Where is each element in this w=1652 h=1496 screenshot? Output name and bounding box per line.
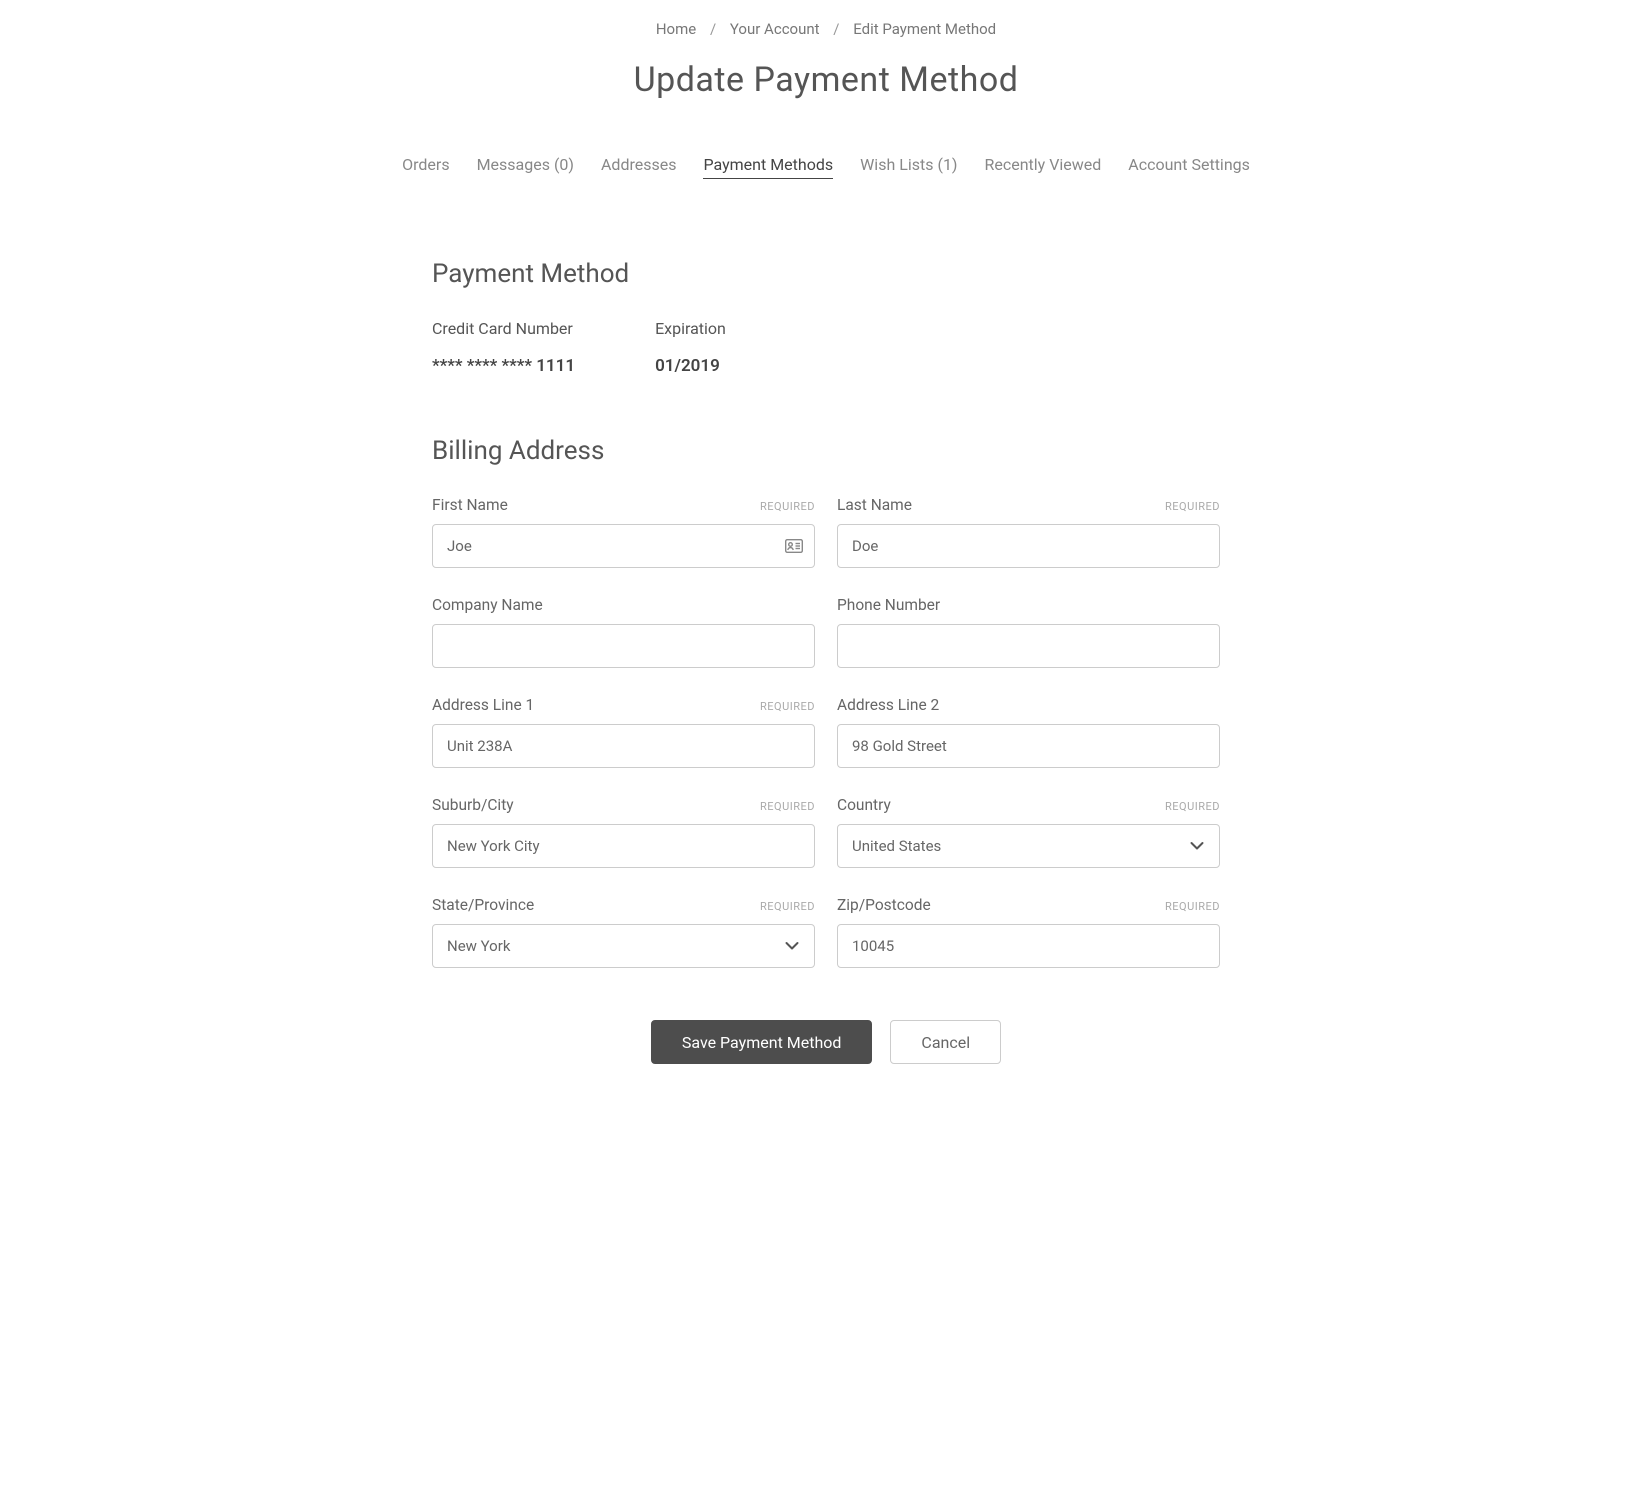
first-name-label: First Name xyxy=(432,496,508,514)
tab-payment-methods[interactable]: Payment Methods xyxy=(703,155,833,179)
breadcrumb-sep: / xyxy=(710,20,716,38)
section-billing-address: Billing Address xyxy=(432,436,1220,466)
tab-wishlists[interactable]: Wish Lists (1) xyxy=(860,155,957,179)
required-tag: REQUIRED xyxy=(1165,800,1220,813)
breadcrumb-sep: / xyxy=(833,20,839,38)
save-button[interactable]: Save Payment Method xyxy=(651,1020,873,1064)
city-input[interactable] xyxy=(432,824,815,868)
address2-label: Address Line 2 xyxy=(837,696,939,714)
phone-label: Phone Number xyxy=(837,596,940,614)
page-title: Update Payment Method xyxy=(264,60,1388,100)
state-select[interactable]: New York xyxy=(432,924,815,968)
company-label: Company Name xyxy=(432,596,543,614)
country-label: Country xyxy=(837,796,891,814)
country-select[interactable]: United States xyxy=(837,824,1220,868)
breadcrumb-edit: Edit Payment Method xyxy=(853,20,996,38)
breadcrumb: Home / Your Account / Edit Payment Metho… xyxy=(264,20,1388,38)
required-tag: REQUIRED xyxy=(760,900,815,913)
last-name-label: Last Name xyxy=(837,496,912,514)
tab-addresses[interactable]: Addresses xyxy=(601,155,677,179)
required-tag: REQUIRED xyxy=(1165,500,1220,513)
breadcrumb-home[interactable]: Home xyxy=(656,20,696,38)
zip-input[interactable] xyxy=(837,924,1220,968)
tab-recently-viewed[interactable]: Recently Viewed xyxy=(985,155,1102,179)
required-tag: REQUIRED xyxy=(760,500,815,513)
section-payment-method: Payment Method xyxy=(432,259,1220,289)
contact-card-icon xyxy=(785,539,803,553)
breadcrumb-account[interactable]: Your Account xyxy=(730,20,820,38)
cc-number-value: **** **** **** 1111 xyxy=(432,356,575,376)
tab-orders[interactable]: Orders xyxy=(402,155,449,179)
state-label: State/Province xyxy=(432,896,534,914)
required-tag: REQUIRED xyxy=(760,800,815,813)
tab-account-settings[interactable]: Account Settings xyxy=(1128,155,1250,179)
tab-messages[interactable]: Messages (0) xyxy=(477,155,574,179)
required-tag: REQUIRED xyxy=(760,700,815,713)
phone-input[interactable] xyxy=(837,624,1220,668)
last-name-input[interactable] xyxy=(837,524,1220,568)
address1-label: Address Line 1 xyxy=(432,696,534,714)
expiration-label: Expiration xyxy=(655,319,726,338)
cancel-button[interactable]: Cancel xyxy=(890,1020,1001,1064)
first-name-input[interactable] xyxy=(432,524,815,568)
payment-summary: Credit Card Number **** **** **** 1111 E… xyxy=(432,319,1220,376)
address2-input[interactable] xyxy=(837,724,1220,768)
account-tabs: Orders Messages (0) Addresses Payment Me… xyxy=(264,155,1388,179)
required-tag: REQUIRED xyxy=(1165,900,1220,913)
city-label: Suburb/City xyxy=(432,796,514,814)
address1-input[interactable] xyxy=(432,724,815,768)
company-input[interactable] xyxy=(432,624,815,668)
cc-number-label: Credit Card Number xyxy=(432,319,575,338)
zip-label: Zip/Postcode xyxy=(837,896,931,914)
expiration-value: 01/2019 xyxy=(655,356,726,376)
